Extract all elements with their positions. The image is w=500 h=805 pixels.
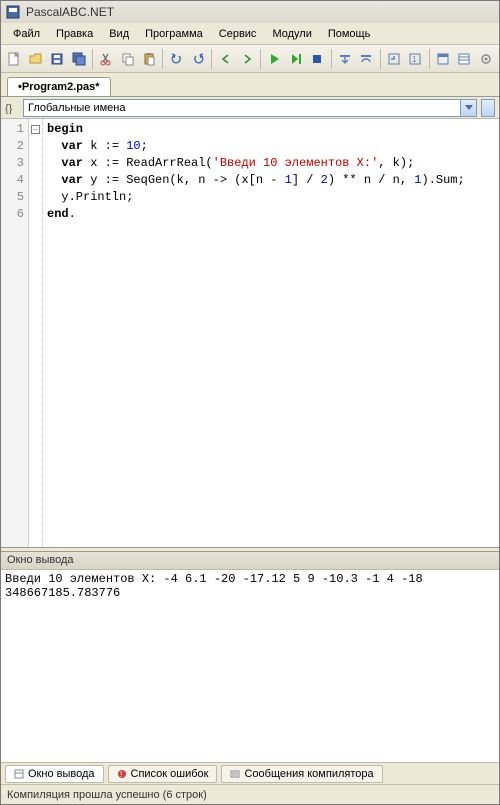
dropdown-arrow-icon [460, 100, 476, 116]
form-designer-button[interactable] [432, 48, 453, 70]
tab-messages[interactable]: Сообщения компилятора [221, 765, 382, 783]
toolbar-separator [92, 49, 93, 69]
svg-text:!: ! [120, 770, 122, 779]
line-number: 6 [1, 206, 24, 223]
save-button[interactable] [47, 48, 68, 70]
options-button[interactable] [475, 48, 496, 70]
menu-file[interactable]: Файл [5, 25, 48, 43]
toolbar-separator [429, 49, 430, 69]
line-number: 5 [1, 189, 24, 206]
app-window: PascalABC.NET Файл Правка Вид Программа … [0, 0, 500, 805]
output-line: Введи 10 элементов X: -4 6.1 -20 -17.12 … [5, 572, 423, 586]
tab-errors-label: Список ошибок [131, 768, 209, 780]
menu-program[interactable]: Программа [137, 25, 211, 43]
scope-bar: {} Глобальные имена [1, 97, 499, 119]
nav-back-button[interactable] [215, 48, 236, 70]
save-all-button[interactable] [69, 48, 90, 70]
toolbar-separator [211, 49, 212, 69]
fold-gutter: − [29, 119, 43, 547]
editor-tabstrip: •Program2.pas* [1, 73, 499, 97]
menu-help[interactable]: Помощь [320, 25, 379, 43]
cut-button[interactable] [96, 48, 117, 70]
app-icon [5, 4, 21, 20]
titlebar: PascalABC.NET [1, 1, 499, 23]
compile-button[interactable] [384, 48, 405, 70]
toolbar-separator [380, 49, 381, 69]
paste-button[interactable] [139, 48, 160, 70]
toolbar-separator [260, 49, 261, 69]
nav-forward-button[interactable] [237, 48, 258, 70]
app-title: PascalABC.NET [26, 5, 114, 19]
editor-tab[interactable]: •Program2.pas* [7, 77, 111, 96]
statusbar: Компиляция прошла успешно (6 строк) [1, 784, 499, 804]
toolbar: 1 [1, 45, 499, 73]
scope-combo-text: Глобальные имена [28, 102, 126, 114]
stop-button[interactable] [307, 48, 328, 70]
menu-modules[interactable]: Модули [264, 25, 319, 43]
toolbar-separator [162, 49, 163, 69]
messages-tab-icon [230, 769, 240, 779]
line-number: 1 [1, 121, 24, 138]
code-editor[interactable]: 1 2 3 4 5 6 − begin var k := 10; var x :… [1, 119, 499, 547]
tab-label: •Program2.pas* [18, 81, 100, 93]
tab-messages-label: Сообщения компилятора [244, 768, 373, 780]
redo-button[interactable] [188, 48, 209, 70]
line-number: 3 [1, 155, 24, 172]
status-text: Компиляция прошла успешно (6 строк) [7, 789, 207, 801]
run-no-debug-button[interactable] [286, 48, 307, 70]
new-file-button[interactable] [4, 48, 25, 70]
tab-errors[interactable]: ! Список ошибок [108, 765, 218, 783]
menu-service[interactable]: Сервис [211, 25, 265, 43]
output-line: 348667185.783776 [5, 586, 120, 600]
build-button[interactable]: 1 [405, 48, 426, 70]
copy-button[interactable] [117, 48, 138, 70]
properties-button[interactable] [454, 48, 475, 70]
svg-text:1: 1 [412, 55, 417, 64]
run-button[interactable] [264, 48, 285, 70]
output-panel-title: Окно вывода [1, 552, 499, 570]
scope-combo[interactable]: Глобальные имена [23, 99, 477, 117]
menubar: Файл Правка Вид Программа Сервис Модули … [1, 23, 499, 45]
svg-text:{}: {} [5, 103, 13, 114]
line-gutter: 1 2 3 4 5 6 [1, 119, 29, 547]
errors-tab-icon: ! [117, 769, 127, 779]
output-tab-icon [14, 769, 24, 779]
line-number: 4 [1, 172, 24, 189]
step-over-button[interactable] [356, 48, 377, 70]
scope-aux-button[interactable] [481, 99, 495, 117]
tab-output-label: Окно вывода [28, 768, 95, 780]
step-into-button[interactable] [335, 48, 356, 70]
toolbar-separator [331, 49, 332, 69]
output-panel[interactable]: Введи 10 элементов X: -4 6.1 -20 -17.12 … [1, 570, 499, 762]
bottom-tabstrip: Окно вывода ! Список ошибок Сообщения ко… [1, 762, 499, 784]
undo-button[interactable] [166, 48, 187, 70]
code-area[interactable]: begin var k := 10; var x := ReadArrReal(… [43, 119, 499, 547]
menu-view[interactable]: Вид [101, 25, 137, 43]
tab-output[interactable]: Окно вывода [5, 765, 104, 783]
open-file-button[interactable] [26, 48, 47, 70]
line-number: 2 [1, 138, 24, 155]
scope-icon: {} [5, 102, 19, 114]
menu-edit[interactable]: Правка [48, 25, 101, 43]
fold-toggle-icon[interactable]: − [31, 125, 40, 134]
